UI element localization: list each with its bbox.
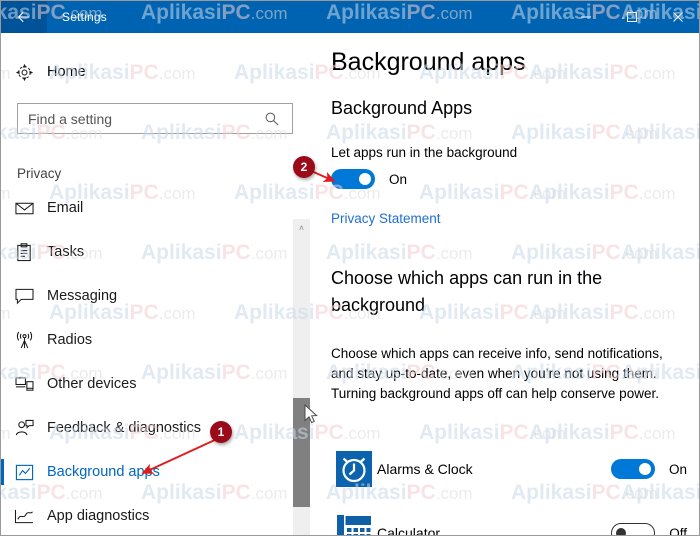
settings-window: Settings Home Find a setting Privacy Ema…: [0, 0, 700, 536]
app-toggle-row: Off: [611, 523, 687, 535]
person-feedback-icon: [1, 419, 47, 438]
minimize-button[interactable]: [563, 1, 609, 33]
toggle-knob: [638, 463, 651, 475]
maximize-icon: [627, 12, 637, 22]
sidebar-item-home[interactable]: Home: [1, 55, 291, 89]
section-heading: Background Apps: [331, 98, 473, 118]
section-description: Choose which apps can receive info, send…: [331, 346, 663, 401]
content-pane: Background apps Background Apps Let apps…: [319, 33, 699, 535]
second-section-heading: Choose which apps can run in the backgro…: [331, 268, 603, 315]
app-name: Calculator: [377, 525, 441, 535]
sidebar-item-label: Tasks: [47, 244, 85, 260]
search-box[interactable]: [17, 103, 293, 134]
mouse-cursor: [304, 403, 319, 431]
window-controls: [563, 1, 699, 33]
app-toggle[interactable]: [611, 523, 656, 535]
back-button[interactable]: [1, 1, 47, 33]
sidebar: Home Privacy: [1, 33, 319, 535]
app-row: Calculator Off: [331, 503, 687, 535]
page-title: Background apps: [331, 48, 526, 76]
app-name: Alarms & Clock: [377, 461, 473, 477]
window-title: Settings: [62, 10, 107, 24]
sidebar-group-title: Privacy: [17, 166, 62, 181]
chart-app-icon: [1, 463, 47, 482]
sidebar-item-tasks[interactable]: Tasks: [1, 230, 293, 274]
app-toggle-state: On: [668, 461, 687, 477]
close-button[interactable]: [655, 1, 699, 33]
app-row: Alarms & Clock On: [331, 439, 687, 499]
gear-icon: [1, 63, 47, 82]
envelope-icon: [1, 201, 47, 216]
radio-tower-icon: [1, 331, 47, 350]
sidebar-home-label: Home: [47, 64, 86, 80]
sidebar-item-label: Email: [47, 200, 84, 216]
sidebar-item-email[interactable]: Email: [1, 186, 293, 230]
sidebar-item-app-diagnostics[interactable]: App diagnostics: [1, 494, 293, 535]
search-input[interactable]: [18, 105, 248, 132]
alarm-clock-icon: [331, 451, 377, 487]
sidebar-item-label: Feedback & diagnostics: [47, 420, 201, 436]
app-toggle[interactable]: [610, 459, 655, 479]
annotation-badge-2: 2: [293, 156, 315, 178]
sidebar-item-label: Other devices: [47, 376, 137, 392]
app-toggle-row: On: [610, 459, 687, 479]
sidebar-item-label: Messaging: [47, 288, 118, 304]
back-arrow-icon: [17, 11, 30, 23]
app-toggle-state: Off: [669, 525, 687, 536]
sidebar-item-radios[interactable]: Radios: [1, 318, 293, 362]
close-icon: [673, 12, 683, 22]
sidebar-item-messaging[interactable]: Messaging: [1, 274, 293, 318]
clipboard-icon: [1, 242, 47, 262]
let-apps-run-toggle-state: On: [389, 171, 408, 187]
privacy-statement-link[interactable]: Privacy Statement: [331, 211, 441, 226]
devices-icon: [1, 376, 47, 393]
minimize-icon: [581, 16, 591, 18]
annotation-badge-1: 1: [210, 421, 232, 443]
toggle-knob: [616, 528, 627, 535]
sidebar-nav: Email Tasks Messaging Radios Other devic…: [1, 186, 293, 535]
sidebar-item-label: Radios: [47, 332, 93, 348]
search-icon[interactable]: [264, 111, 280, 127]
title-bar: Settings: [1, 1, 699, 33]
window-body: Home Privacy: [1, 33, 699, 535]
let-apps-run-toggle[interactable]: [331, 169, 375, 189]
maximize-button[interactable]: [609, 1, 655, 33]
app-diagnostics-icon: [1, 508, 47, 525]
scroll-up-arrow-icon[interactable]: ˄: [293, 219, 310, 236]
toggle-knob: [359, 173, 371, 185]
calculator-icon: [331, 515, 377, 535]
sidebar-item-background-apps[interactable]: Background apps: [1, 450, 293, 494]
sidebar-item-label: Background apps: [47, 464, 160, 480]
sidebar-item-other-devices[interactable]: Other devices: [1, 362, 293, 406]
let-apps-run-label: Let apps run in the background: [331, 145, 518, 160]
sidebar-item-feedback-diagnostics[interactable]: Feedback & diagnostics: [1, 406, 293, 450]
sidebar-item-label: App diagnostics: [47, 508, 150, 524]
let-apps-run-toggle-row: On: [331, 169, 407, 189]
chat-bubble-icon: [1, 288, 47, 305]
